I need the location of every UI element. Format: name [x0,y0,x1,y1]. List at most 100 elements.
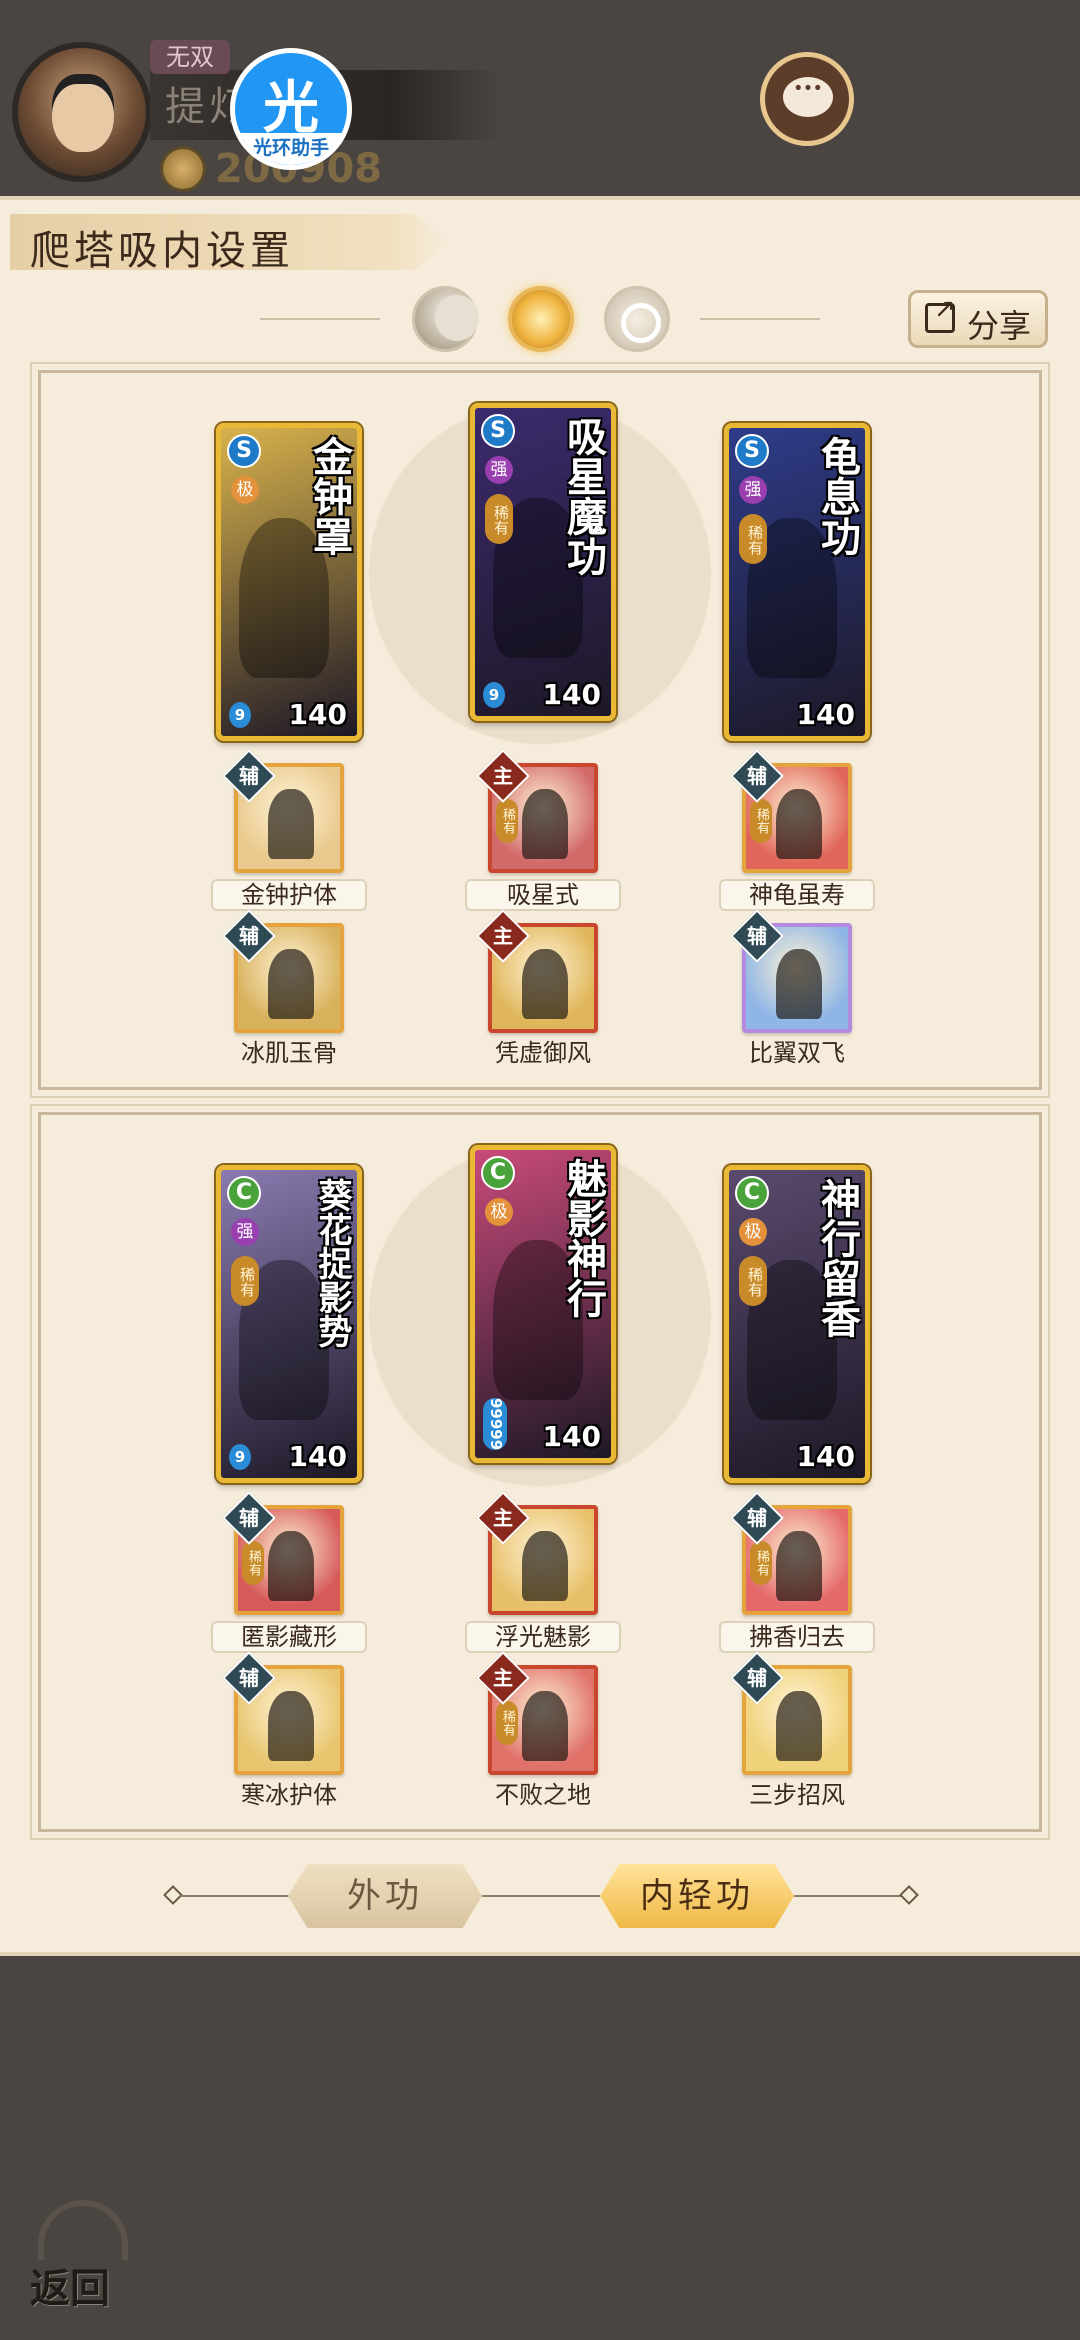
tier-badge: 强 [485,456,513,484]
role-badge-label: 辅 [747,1666,767,1690]
school-badge: S [735,434,769,468]
skill-slot[interactable]: 辅 [222,1651,344,1775]
tab-outer-skills[interactable]: 外功 [288,1864,482,1928]
drop-icon: 9 [229,702,251,728]
tier-badge: 强 [231,1218,259,1246]
skill-art [268,949,314,1019]
card-title: 吸星魔功 [560,416,607,576]
drop-icon: 9 [483,682,505,708]
tab-deco-right [899,1885,919,1905]
skill-art [776,949,822,1019]
rare-badge: 稀有 [496,1701,518,1745]
skill-art [522,789,568,859]
rare-badge: 稀有 [739,1256,767,1306]
role-badge-label: 主 [493,924,513,948]
martial-card[interactable]: S 强 稀有 吸星魔功 9 140 [470,403,616,721]
skill-label: 吸星式 [465,879,621,911]
role-badge: 辅 [730,1491,784,1545]
skill-slot[interactable]: 辅 [730,1651,852,1775]
role-badge: 主 [476,1491,530,1545]
skill-art [522,1691,568,1761]
skill-label: 比翼双飞 [749,1039,845,1067]
rare-badge: 稀有 [485,494,513,544]
role-badge-label: 辅 [747,924,767,948]
skill-label: 匿影藏形 [211,1621,367,1653]
panel-title-ribbon: 爬塔吸内设置 [10,214,450,270]
chat-button[interactable] [760,52,854,146]
skill-art [776,1691,822,1761]
skill-slot[interactable]: 主 [476,1491,598,1615]
school-badge: S [227,434,261,468]
skill-slot[interactable]: 稀有 辅 [730,1491,852,1615]
tier-badge: 极 [485,1198,513,1226]
role-badge: 辅 [222,1651,276,1705]
panel-title: 爬塔吸内设置 [30,228,294,274]
skill-slot[interactable]: 稀有 辅 [222,1491,344,1615]
chat-bubble-icon [783,71,833,117]
skill-art [268,789,314,859]
role-badge: 辅 [730,749,784,803]
tier-badge: 极 [739,1218,767,1246]
ring-icon[interactable] [604,286,670,352]
sun-icon[interactable] [508,286,574,352]
skill-label: 三步招风 [749,1781,845,1809]
drop-icon: 9 [229,1444,251,1470]
martial-card[interactable]: S 极 金钟罩 9 140 [216,423,362,741]
skill-slot[interactable]: 辅 [222,749,344,873]
rare-badge: 稀有 [496,799,518,843]
power-icon [160,146,206,192]
role-badge: 主 [476,1651,530,1705]
role-badge-label: 主 [493,1666,513,1690]
skill-slot[interactable]: 稀有 辅 [730,749,852,873]
skill-slot[interactable]: 主 [476,909,598,1033]
school-badge: C [735,1176,769,1210]
role-badge-label: 辅 [747,764,767,788]
rare-badge: 稀有 [739,514,767,564]
skill-label: 拂香归去 [719,1621,875,1653]
skill-art [522,1531,568,1601]
tier-badge: 极 [231,476,259,504]
deco-line-left [260,318,380,320]
role-badge-label: 辅 [239,764,259,788]
skill-label: 金钟护体 [211,879,367,911]
rare-badge: 稀有 [750,799,772,843]
skill-art [522,949,568,1019]
tab-line-right [794,1895,904,1897]
martial-card[interactable]: C 强 稀有 葵花捉影势 9 140 [216,1165,362,1483]
helper-app-badge[interactable]: 光 光环助手 [230,48,352,170]
role-badge: 主 [476,909,530,963]
skill-slot[interactable]: 辅 [730,909,852,1033]
share-button[interactable]: 分享 [908,290,1048,348]
skill-label: 冰肌玉骨 [241,1039,337,1067]
rare-badge: 稀有 [231,1256,259,1306]
moon-icon[interactable] [412,286,479,352]
back-arrow-icon [38,2200,128,2260]
back-label: 返回 [30,2265,110,2312]
role-badge-label: 主 [493,764,513,788]
role-badge: 辅 [222,1491,276,1545]
tab-inner-light-skills[interactable]: 内轻功 [600,1864,794,1928]
back-button[interactable]: 返回 [30,2200,140,2312]
skill-slot[interactable]: 辅 [222,909,344,1033]
role-badge: 辅 [222,909,276,963]
martial-card[interactable]: S 强 稀有 龟息功 140 [724,423,870,741]
tier-badge: 强 [739,476,767,504]
card-title: 魅影神行 [560,1158,607,1318]
skill-slot[interactable]: 稀有 主 [476,1651,598,1775]
role-badge-label: 辅 [239,1506,259,1530]
martial-card[interactable]: C 极 魅影神行 99999 140 [470,1145,616,1463]
role-badge: 主 [476,749,530,803]
loadout-section-1: S 极 金钟罩 9 140 S 强 稀有 吸星魔功 9 140 S 强 稀有 龟… [30,362,1050,1098]
player-avatar[interactable] [12,42,152,182]
loadout-section-2: C 强 稀有 葵花捉影势 9 140 C 极 魅影神行 99999 140 C … [30,1104,1050,1840]
card-title: 龟息功 [814,436,861,556]
skill-label: 寒冰护体 [241,1781,337,1809]
martial-card[interactable]: C 极 稀有 神行留香 140 [724,1165,870,1483]
share-label: 分享 [967,307,1032,345]
card-level: 140 [796,698,855,731]
tab-line-left [180,1895,290,1897]
skill-label: 凭虚御风 [495,1039,591,1067]
skill-slot[interactable]: 稀有 主 [476,749,598,873]
card-level: 140 [288,1440,347,1473]
skill-art [268,1691,314,1761]
